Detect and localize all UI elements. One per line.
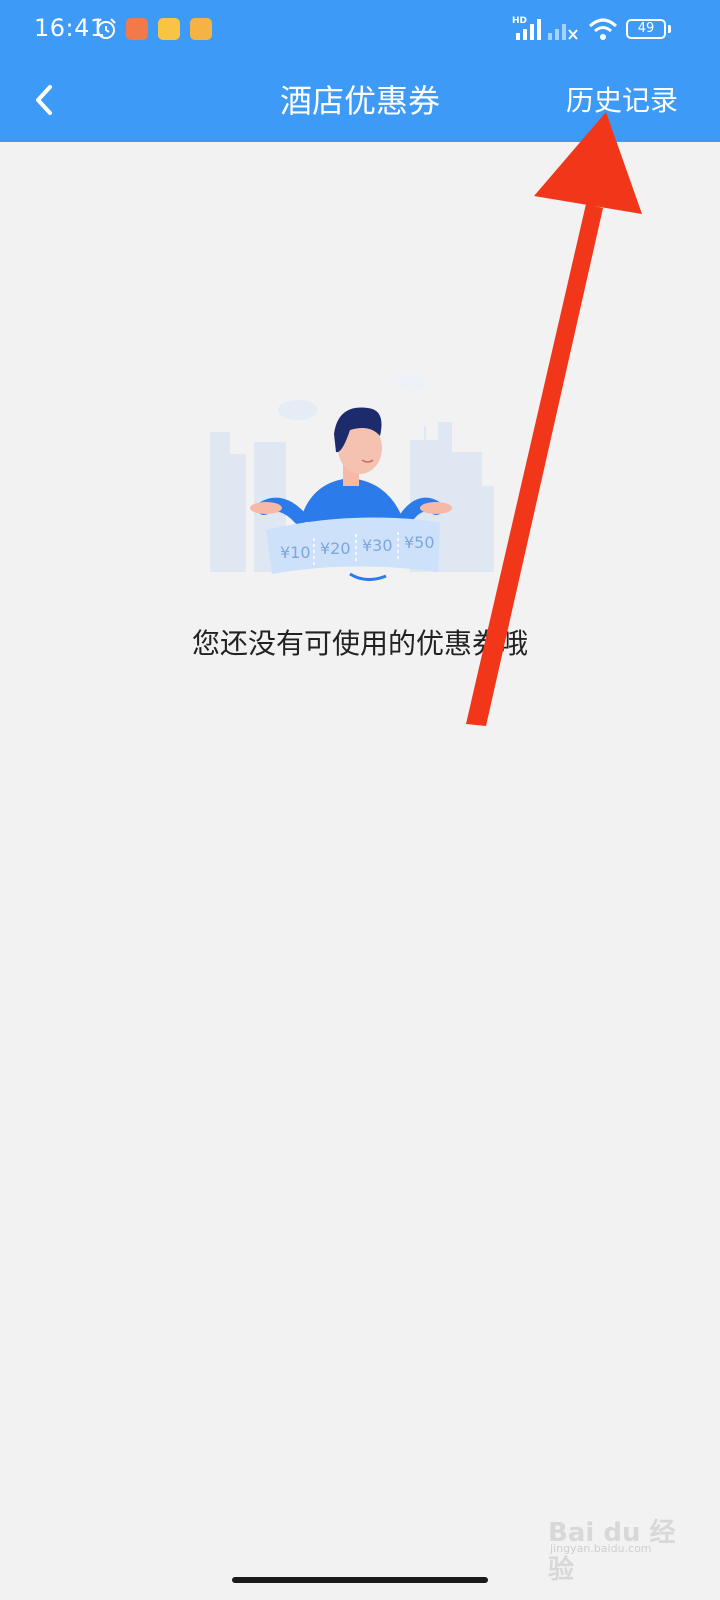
battery-tip bbox=[668, 25, 671, 33]
red-arrow-annotation bbox=[466, 112, 642, 726]
svg-text:¥10: ¥10 bbox=[280, 543, 311, 562]
status-bar: 16:41 HD 49 bbox=[0, 0, 720, 62]
navigation-bar: 酒店优惠券 历史记录 bbox=[0, 62, 720, 142]
watermark-url: jingyan.baidu.com bbox=[550, 1542, 652, 1555]
history-records-button[interactable]: 历史记录 bbox=[566, 79, 678, 119]
watermark: Bai du 经验 jingyan.baidu.com bbox=[548, 1500, 698, 1585]
screen: 16:41 HD 49 酒店优惠券 历史记录 ¥10 ¥20 ¥30 ¥50 您… bbox=[0, 0, 720, 1600]
empty-state-illustration: ¥10 ¥20 ¥30 ¥50 bbox=[200, 362, 500, 600]
notes-app-icon bbox=[190, 18, 212, 40]
signal-icon bbox=[516, 18, 544, 44]
home-indicator[interactable] bbox=[232, 1577, 488, 1583]
app-header: 16:41 HD 49 酒店优惠券 历史记录 bbox=[0, 0, 720, 142]
empty-state-message: 您还没有可使用的优惠券哦 bbox=[191, 627, 528, 660]
svg-text:¥30: ¥30 bbox=[362, 536, 393, 555]
weibo-app-icon bbox=[158, 18, 180, 40]
svg-text:¥20: ¥20 bbox=[320, 539, 351, 558]
signal-no-service-icon bbox=[548, 18, 578, 44]
svg-text:¥50: ¥50 bbox=[404, 533, 435, 552]
battery-icon: 49 bbox=[626, 19, 666, 39]
wifi-icon bbox=[588, 17, 618, 45]
alarm-icon bbox=[94, 17, 118, 45]
shopping-app-icon bbox=[126, 18, 148, 40]
